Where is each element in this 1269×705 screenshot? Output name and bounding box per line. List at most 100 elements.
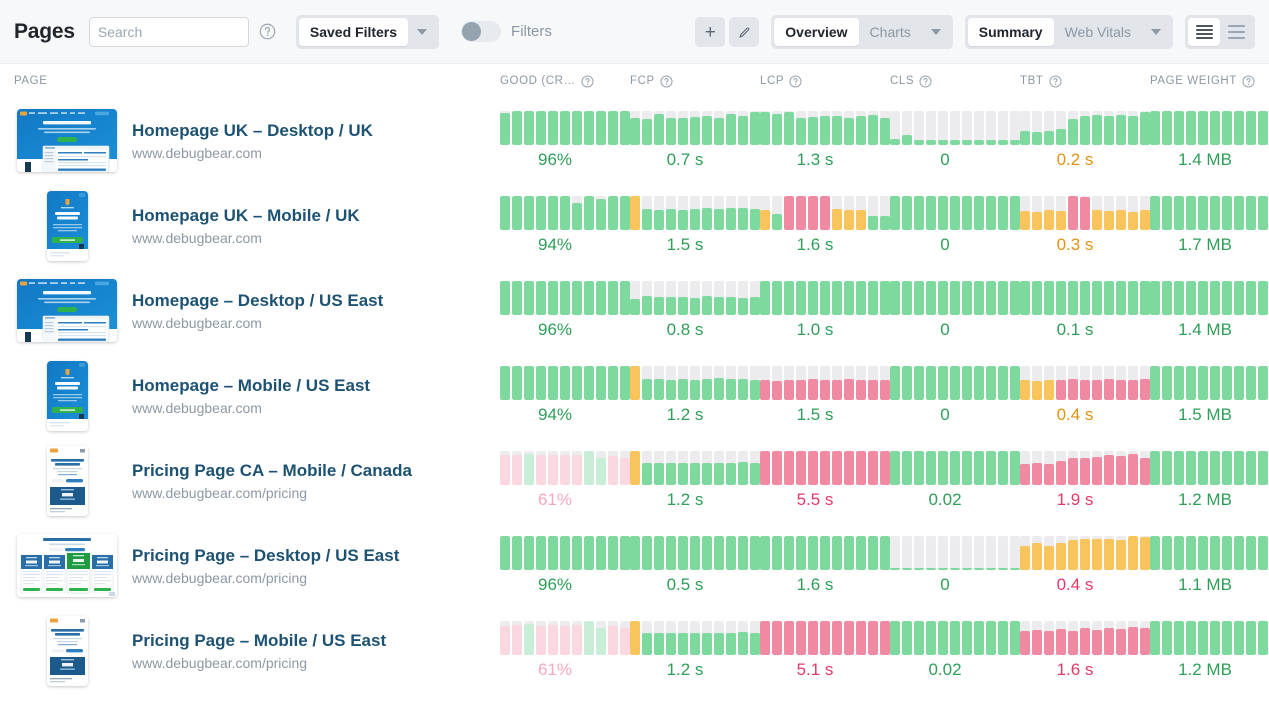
tab-overview[interactable]: Overview (774, 18, 858, 46)
question-circle-icon[interactable] (919, 75, 932, 88)
question-circle-icon[interactable] (660, 75, 673, 88)
metric-cell[interactable]: 0.02 (890, 621, 1020, 680)
metric-cell[interactable]: 96% (500, 281, 630, 340)
sparkline-bar-fill (1044, 546, 1054, 570)
sparkline-bar (832, 366, 842, 400)
metric-cell[interactable]: 0.4 s (1020, 366, 1150, 425)
metric-cell[interactable]: 5.5 s (760, 451, 890, 510)
metric-cell[interactable]: 1.6 s (1020, 621, 1150, 680)
metric-cell[interactable]: 1.2 s (630, 451, 760, 510)
page-screenshot-thumbnail[interactable] (47, 446, 88, 516)
metric-cell[interactable]: 94% (500, 366, 630, 425)
page-screenshot-thumbnail[interactable] (17, 279, 117, 342)
sparkline-bar (784, 366, 794, 400)
table-row[interactable]: Homepage – Desktop / US Eastwww.debugbea… (0, 268, 1269, 353)
table-row[interactable]: Pricing Page – Mobile / US Eastwww.debug… (0, 608, 1269, 693)
metric-cell[interactable]: 94% (500, 196, 630, 255)
column-header-tbt[interactable]: TBT (1020, 75, 1150, 88)
page-screenshot-thumbnail[interactable] (17, 534, 117, 597)
column-header-page-weight[interactable]: PAGE WEIGHT (1150, 75, 1269, 88)
metric-tabs-chevron-down-icon[interactable] (1142, 18, 1170, 46)
metric-cell[interactable]: 1.4 MB (1150, 281, 1269, 340)
metric-cell[interactable]: 1.5 s (760, 366, 890, 425)
page-name-link[interactable]: Pricing Page – Desktop / US East (132, 545, 399, 567)
metric-cell[interactable]: 96% (500, 111, 630, 170)
table-row[interactable]: Homepage – Mobile / US Eastwww.debugbear… (0, 353, 1269, 438)
metric-cell[interactable]: 0 (890, 196, 1020, 255)
page-screenshot-thumbnail[interactable] (47, 616, 88, 686)
metric-cell[interactable]: 0.1 s (1020, 281, 1150, 340)
edit-button[interactable] (729, 17, 759, 47)
sparkline-bar-fill (572, 536, 582, 570)
add-button[interactable]: + (695, 17, 725, 47)
question-circle-icon[interactable] (1049, 75, 1062, 88)
question-circle-icon[interactable] (581, 75, 594, 88)
metric-cell[interactable]: 96% (500, 536, 630, 595)
table-row[interactable]: Pricing Page CA – Mobile / Canadawww.deb… (0, 438, 1269, 523)
saved-filters-button[interactable]: Saved Filters (299, 18, 408, 46)
metric-cell[interactable]: 0.5 s (630, 536, 760, 595)
tab-web-vitals[interactable]: Web Vitals (1054, 18, 1142, 46)
metric-cell[interactable]: 61% (500, 451, 630, 510)
tab-summary[interactable]: Summary (968, 18, 1054, 46)
page-screenshot-thumbnail[interactable] (17, 109, 117, 172)
metric-cell[interactable]: 1.9 s (1020, 451, 1150, 510)
metric-cell[interactable]: 0.2 s (1020, 111, 1150, 170)
table-row[interactable]: Homepage UK – Desktop / UKwww.debugbear.… (0, 98, 1269, 183)
metric-cell[interactable]: 0 (890, 536, 1020, 595)
question-circle-icon[interactable] (1242, 75, 1255, 88)
metric-cell[interactable]: 0.8 s (630, 281, 760, 340)
page-screenshot-thumbnail[interactable] (47, 191, 88, 261)
sparkline-bar-fill (524, 281, 534, 315)
metric-cell[interactable]: 1.6 s (760, 536, 890, 595)
metric-cell[interactable]: 1.4 MB (1150, 111, 1269, 170)
page-name-link[interactable]: Homepage UK – Mobile / UK (132, 205, 360, 227)
saved-filters-chevron-down-icon[interactable] (408, 18, 436, 46)
page-name-link[interactable]: Pricing Page CA – Mobile / Canada (132, 460, 412, 482)
sparkline-bar-fill (1258, 621, 1268, 655)
question-circle-icon[interactable] (259, 23, 276, 40)
metric-cell[interactable]: 0 (890, 281, 1020, 340)
list-compact-icon[interactable] (1188, 18, 1220, 46)
list-spaced-icon[interactable] (1220, 18, 1252, 46)
table-row[interactable]: Pricing Page – Desktop / US Eastwww.debu… (0, 523, 1269, 608)
metric-cell[interactable]: 0 (890, 111, 1020, 170)
metric-sparkline (1020, 536, 1150, 570)
column-header-cls[interactable]: CLS (890, 75, 1020, 88)
search-input[interactable] (89, 17, 249, 47)
metric-cell[interactable]: 0.02 (890, 451, 1020, 510)
metric-cell[interactable]: 5.1 s (760, 621, 890, 680)
sparkline-bar (796, 366, 806, 400)
metric-cell[interactable]: 1.6 s (760, 196, 890, 255)
table-row[interactable]: Homepage UK – Mobile / UKwww.debugbear.c… (0, 183, 1269, 268)
metric-cell[interactable]: 0 (890, 366, 1020, 425)
metric-cell[interactable]: 61% (500, 621, 630, 680)
metric-cell[interactable]: 0.4 s (1020, 536, 1150, 595)
tab-charts[interactable]: Charts (859, 18, 922, 46)
filters-toggle[interactable] (461, 21, 501, 42)
metric-cell[interactable]: 1.3 s (760, 111, 890, 170)
metric-cell[interactable]: 1.5 s (630, 196, 760, 255)
view-tabs-chevron-down-icon[interactable] (922, 18, 950, 46)
question-circle-icon[interactable] (789, 75, 802, 88)
page-name-link[interactable]: Homepage – Desktop / US East (132, 290, 383, 312)
metric-cell[interactable]: 1.1 MB (1150, 536, 1269, 595)
column-header-good-cruz[interactable]: GOOD (CR… (500, 75, 630, 88)
column-header-fcp[interactable]: FCP (630, 75, 760, 88)
column-header-lcp[interactable]: LCP (760, 75, 890, 88)
column-header-page[interactable]: PAGE (14, 75, 500, 87)
page-name-link[interactable]: Pricing Page – Mobile / US East (132, 630, 386, 652)
metric-cell[interactable]: 1.2 s (630, 366, 760, 425)
metric-cell[interactable]: 1.7 MB (1150, 196, 1269, 255)
metric-cell[interactable]: 0.3 s (1020, 196, 1150, 255)
metric-cell[interactable]: 1.2 MB (1150, 621, 1269, 680)
page-name-link[interactable]: Homepage UK – Desktop / UK (132, 120, 373, 142)
metric-cell[interactable]: 1.2 s (630, 621, 760, 680)
page-name-link[interactable]: Homepage – Mobile / US East (132, 375, 370, 397)
page-screenshot-thumbnail[interactable] (47, 361, 88, 431)
metric-cell[interactable]: 1.5 MB (1150, 366, 1269, 425)
metric-cell[interactable]: 1.2 MB (1150, 451, 1269, 510)
sparkline-bar-fill (1080, 380, 1090, 400)
metric-cell[interactable]: 0.7 s (630, 111, 760, 170)
metric-cell[interactable]: 1.0 s (760, 281, 890, 340)
